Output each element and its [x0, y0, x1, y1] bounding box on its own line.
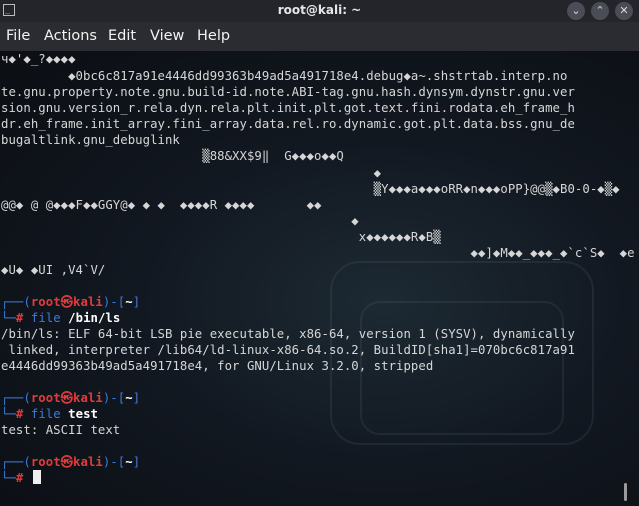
menu-bar: File Actions Edit View Help — [0, 22, 639, 51]
binary-garbage-line: ч◆'◆_?◆◆◆◆ — [1, 52, 76, 66]
scrollbar[interactable] — [624, 483, 627, 501]
maximize-icon[interactable]: ⌃ — [591, 2, 609, 20]
binary-garbage-line: ◆ — [1, 166, 382, 180]
command-output: /bin/ls: ELF 64-bit LSB pie executable, … — [1, 327, 575, 341]
menu-edit[interactable]: Edit — [108, 28, 136, 44]
command-line: └─# file /bin/ls — [1, 311, 121, 325]
binary-garbage-line: ◆U◆ ◆UI ,V4`V/ — [1, 263, 106, 277]
text-cursor — [33, 470, 41, 484]
command-output: linked, interpreter /lib64/ld-linux-x86-… — [1, 343, 575, 357]
window-titlebar[interactable]: _ root@kali: ~ ⌄ ⌃ ✕ — [0, 0, 639, 22]
command-output: test: ASCII text — [1, 423, 121, 437]
menu-help[interactable]: Help — [197, 28, 230, 44]
prompt-line: ┌──(root㉿kali)-[~] — [1, 391, 141, 405]
prompt-line: ┌──(root㉿kali)-[~] — [1, 455, 141, 469]
binary-garbage-line: dr.eh_frame.init_array.fini_array.data.r… — [1, 117, 575, 131]
command-output: e4446dd99363b49ad5a491718e4, for GNU/Lin… — [1, 359, 434, 373]
binary-garbage-line: te.gnu.property.note.gnu.build-id.note.A… — [1, 85, 575, 99]
window-title: root@kali: ~ — [277, 3, 362, 17]
binary-garbage-line: sion.gnu.version_r.rela.dyn.rela.plt.ini… — [1, 101, 575, 115]
close-icon[interactable]: ✕ — [615, 2, 633, 20]
minimize-icon[interactable]: ⌄ — [567, 2, 585, 20]
menu-file[interactable]: File — [6, 28, 30, 44]
binary-garbage-line: @@◆ @ @◆◆◆F◆◆GGY@◆ ◆ ◆ ◆◆◆◆R ◆◆◆◆ ◆◆ — [1, 198, 322, 212]
binary-garbage-line: ◆◆]◆M◆◆_◆◆◆_◆`c`S◆ ◆e — [1, 246, 635, 260]
binary-garbage-line: bugaltlink.gnu_debuglink — [1, 133, 180, 147]
active-command-line[interactable]: └─# — [1, 470, 31, 486]
terminal-output[interactable]: ч◆'◆_?◆◆◆◆ ◆0bc6c817a91e4446dd99363b49ad… — [0, 51, 639, 506]
binary-garbage-line: ▒88&XX$9‖ G◆◆◆o◆◆Q — [1, 149, 344, 163]
binary-garbage-line: ▒Y◆◆◆a◆◆◆oRR◆n◆◆◆oPP}@@▒◆B0-0-◆▒◆ — [1, 182, 620, 196]
prompt-line: ┌──(root㉿kali)-[~] — [1, 295, 141, 309]
binary-garbage-line: ◆0bc6c817a91e4446dd99363b49ad5a491718e4.… — [1, 69, 568, 83]
binary-garbage-line: x◆◆◆◆◆◆R◆B▒ — [1, 230, 441, 244]
menu-actions[interactable]: Actions — [44, 28, 97, 44]
menu-view[interactable]: View — [150, 28, 184, 44]
command-line: └─# file test — [1, 407, 98, 421]
binary-garbage-line: ◆ — [1, 214, 359, 228]
